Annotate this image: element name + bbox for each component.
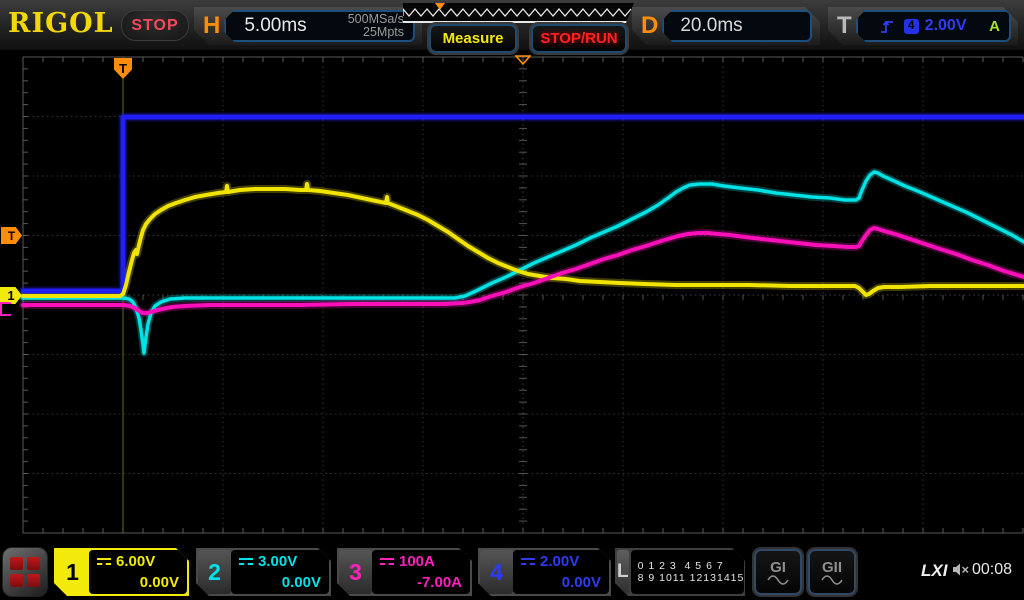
channel1-number: 1 xyxy=(56,550,89,594)
memory-depth: 25Mpts xyxy=(363,25,404,39)
channel4-scale: 2.00V xyxy=(540,553,579,570)
oscilloscope-screen: RIGOL STOP H 5.00ms 500MSa/s 25Mpts Meas… xyxy=(0,0,1024,600)
trigger-block[interactable]: T 4 2.00V A xyxy=(828,7,1018,45)
delay-block[interactable]: D 20.0ms xyxy=(632,7,820,45)
trigger-mode: A xyxy=(989,18,1000,35)
logic-analyzer-status[interactable]: L 0 1 2 3 4 5 6 7 8 9 1011 12131415 xyxy=(615,548,745,596)
menu-grid-icon xyxy=(27,557,40,570)
memory-position-strip[interactable] xyxy=(403,3,634,23)
sine-wave-icon xyxy=(767,575,789,585)
channel2-scale: 3.00V xyxy=(258,553,297,570)
run-state-badge[interactable]: STOP xyxy=(121,10,189,41)
dc-coupling-icon xyxy=(521,557,535,566)
sine-wave-icon xyxy=(821,575,843,585)
trigger-source-badge: 4 xyxy=(904,19,919,34)
horizontal-valbox[interactable]: 5.00ms 500MSa/s 25Mpts xyxy=(224,10,415,42)
top-toolbar: RIGOL STOP H 5.00ms 500MSa/s 25Mpts Meas… xyxy=(0,0,1024,50)
stop-run-button[interactable]: STOP/RUN xyxy=(531,24,627,53)
channel4-offset: 0.00V xyxy=(521,574,601,591)
la-digits-row1: 0 1 2 3 4 5 6 7 xyxy=(638,560,745,572)
channel4-number: 4 xyxy=(480,550,513,594)
la-digits-row2: 8 9 1011 12131415 xyxy=(638,572,745,584)
bottom-status-bar: 1 6.00V 0.00V 2 3.00V 0.00V 3 100A -7.00… xyxy=(0,545,1024,600)
channel3-status[interactable]: 3 100A -7.00A xyxy=(337,548,472,596)
delay-label: D xyxy=(641,12,658,40)
channel2-status[interactable]: 2 3.00V 0.00V xyxy=(196,548,331,596)
acquisition-info: 500MSa/s 25Mpts xyxy=(348,13,404,39)
menu-grid-icon xyxy=(27,574,40,587)
dc-coupling-icon xyxy=(380,557,394,566)
dc-coupling-icon xyxy=(239,557,253,566)
trigger-valbox[interactable]: 4 2.00V A xyxy=(856,10,1011,42)
speaker-mute-icon[interactable] xyxy=(952,562,970,577)
gen1-label: GI xyxy=(770,560,786,575)
trigger-level-value: 2.00V xyxy=(925,17,967,35)
channel1-scale: 6.00V xyxy=(116,553,155,570)
channel2-number: 2 xyxy=(198,550,231,594)
memory-position-marker[interactable] xyxy=(435,3,445,10)
channel1-status[interactable]: 1 6.00V 0.00V xyxy=(54,548,189,596)
sample-rate: 500MSa/s xyxy=(348,12,404,26)
clock: 00:08 xyxy=(972,561,1012,579)
function-gen1-button[interactable]: GI xyxy=(754,549,802,595)
horizontal-label: H xyxy=(203,12,220,40)
channel2-offset: 0.00V xyxy=(239,574,321,591)
timebase-value: 5.00ms xyxy=(244,15,306,37)
channel3-number: 3 xyxy=(339,550,372,594)
channel1-offset: 0.00V xyxy=(97,574,179,591)
delay-value: 20.0ms xyxy=(680,15,742,37)
horizontal-block[interactable]: H 5.00ms 500MSa/s 25Mpts xyxy=(194,7,422,45)
menu-button[interactable] xyxy=(2,547,48,597)
gen2-label: GII xyxy=(822,560,842,575)
delay-valbox[interactable]: 20.0ms xyxy=(662,10,812,42)
channel4-status[interactable]: 4 2.00V 0.00V xyxy=(478,548,611,596)
measure-button[interactable]: Measure xyxy=(429,24,517,53)
logic-analyzer-label: L xyxy=(617,550,629,594)
horizontal-center-marker[interactable] xyxy=(515,55,531,65)
channel3-offset: -7.00A xyxy=(380,574,462,591)
lxi-logo: LXI xyxy=(921,561,947,581)
menu-grid-icon xyxy=(10,574,23,587)
channel3-scale: 100A xyxy=(399,553,435,570)
menu-grid-icon xyxy=(10,557,23,570)
trigger-label: T xyxy=(837,12,852,40)
dc-coupling-icon xyxy=(97,557,111,566)
waveform-display[interactable] xyxy=(0,50,1024,545)
trigger-slope-icon xyxy=(880,19,894,34)
function-gen2-button[interactable]: GII xyxy=(808,549,856,595)
rigol-logo: RIGOL xyxy=(8,8,114,39)
